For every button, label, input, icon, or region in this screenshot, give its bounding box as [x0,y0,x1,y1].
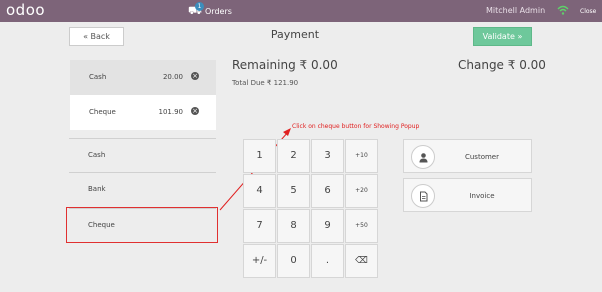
payment-line-amount: 101.90 [158,108,184,116]
orders-count-badge: 1 [195,2,204,11]
numpad-key-4[interactable]: 4 [243,174,276,208]
top-bar: odoo ⛟ 1 Orders Mitchell Admin Close [0,0,602,22]
numpad: 1 2 3 +10 4 5 6 +20 7 8 9 +50 +/- 0 . ⌫ [241,139,379,279]
remaining-amount: Remaining ₹ 0.00 [232,58,338,72]
numpad-key-7[interactable]: 7 [243,209,276,243]
numpad-key-plus50[interactable]: +50 [345,209,378,243]
orders-button[interactable]: ⛟ 1 Orders [188,2,232,19]
change-amount: Change ₹ 0.00 [458,58,546,72]
payment-line-name: Cheque [89,108,116,116]
annotation-text: Click on cheque button for Showing Popup [292,123,420,130]
payment-line-cash[interactable]: Cash 20.00 × [70,60,216,95]
invoice-label: Invoice [469,192,495,200]
payment-line-name: Cash [89,73,107,81]
numpad-key-5[interactable]: 5 [277,174,310,208]
numpad-key-plus20[interactable]: +20 [345,174,378,208]
numpad-key-plus10[interactable]: +10 [345,139,378,173]
user-name: Mitchell Admin [486,6,546,15]
numpad-key-dot[interactable]: . [311,244,344,278]
numpad-key-sign[interactable]: +/- [243,244,276,278]
page-title: Payment [270,28,320,41]
file-icon [411,184,435,208]
user-icon [411,145,435,169]
numpad-key-6[interactable]: 6 [311,174,344,208]
cheque-highlight-box [66,207,218,243]
orders-label: Orders [205,6,232,16]
payment-lines: Cash 20.00 × Cheque 101.90 × [70,60,216,130]
total-due: Total Due ₹ 121.90 [232,79,299,87]
payment-line-amount: 20.00 [162,73,183,81]
customer-button[interactable]: Customer [403,139,532,173]
close-icon[interactable]: × [191,72,199,80]
invoice-button[interactable]: Invoice [403,178,532,212]
payment-line-cheque[interactable]: Cheque 101.90 × [70,95,216,130]
backspace-icon[interactable]: ⌫ [345,244,378,278]
orders-icon: ⛟ 1 [188,2,204,18]
numpad-key-9[interactable]: 9 [311,209,344,243]
back-button[interactable]: « Back [69,27,124,46]
close-icon[interactable]: × [191,107,199,115]
customer-label: Customer [464,153,499,161]
numpad-key-8[interactable]: 8 [277,209,310,243]
numpad-key-0[interactable]: 0 [277,244,310,278]
numpad-key-3[interactable]: 3 [311,139,344,173]
validate-button[interactable]: Validate » [473,27,532,46]
payment-method-bank[interactable]: Bank [69,172,216,206]
wifi-icon [557,5,569,15]
numpad-key-2[interactable]: 2 [277,139,310,173]
odoo-logo: odoo [6,1,46,19]
payment-method-cash[interactable]: Cash [69,138,216,172]
close-button[interactable]: Close [580,8,596,15]
numpad-key-1[interactable]: 1 [243,139,276,173]
